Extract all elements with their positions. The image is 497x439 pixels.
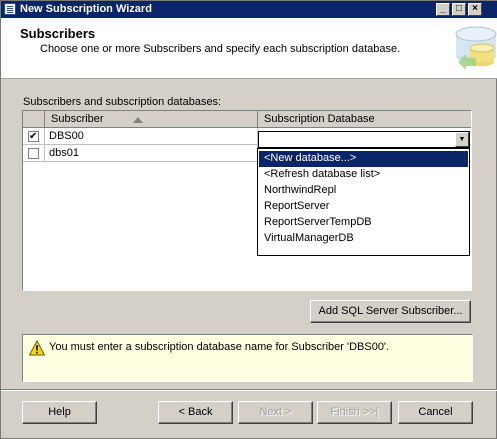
column-header-subscriber-label: Subscriber	[51, 113, 104, 125]
database-wizard-icon	[436, 18, 497, 78]
back-button[interactable]: < Back	[158, 401, 233, 424]
wizard-header: Subscribers Choose one or more Subscribe…	[1, 18, 497, 79]
finish-button[interactable]: Finish >>|	[317, 401, 392, 424]
subscriber-cell: DBS00	[45, 128, 258, 145]
option-northwindrepl[interactable]: NorthwindRepl	[259, 183, 468, 199]
close-button[interactable]: ×	[468, 3, 482, 16]
help-button[interactable]: Help	[22, 401, 97, 424]
checkbox-dbs00[interactable]	[28, 129, 39, 145]
validation-message-box: You must enter a subscription database n…	[22, 334, 473, 382]
checkbox-dbs01[interactable]	[28, 148, 39, 159]
column-header-database-label: Subscription Database	[264, 113, 375, 125]
title-bar[interactable]: New Subscription Wizard _ □ ×	[1, 1, 497, 18]
validation-message-text: You must enter a subscription database n…	[49, 341, 390, 353]
page-title: Subscribers	[20, 26, 96, 41]
subscription-database-combo[interactable]: ▼	[258, 131, 470, 148]
option-new-database[interactable]: <New database...>	[259, 151, 468, 167]
maximize-button[interactable]: □	[452, 3, 466, 16]
grid-label: Subscribers and subscription databases:	[23, 96, 222, 108]
column-header-subscriber[interactable]: Subscriber	[45, 111, 258, 128]
row-checkbox-cell[interactable]	[23, 128, 45, 145]
option-reportserver[interactable]: ReportServer	[259, 199, 468, 215]
subscriber-cell: dbs01	[45, 145, 258, 162]
dropdown-arrow-icon[interactable]: ▼	[455, 132, 469, 147]
next-button[interactable]: Next >	[238, 401, 313, 424]
sort-ascending-icon	[133, 117, 143, 123]
option-refresh-database-list[interactable]: <Refresh database list>	[259, 167, 468, 183]
warning-icon	[29, 340, 45, 356]
wizard-app-icon	[4, 3, 16, 15]
window-title: New Subscription Wizard	[20, 3, 152, 15]
column-header-database[interactable]: Subscription Database	[258, 111, 471, 128]
page-description: Choose one or more Subscribers and speci…	[40, 43, 401, 55]
add-sql-server-subscriber-button[interactable]: Add SQL Server Subscriber...	[310, 300, 471, 323]
minimize-button[interactable]: _	[436, 3, 450, 16]
footer-divider	[1, 389, 497, 391]
option-virtualmanagerdb[interactable]: VirtualManagerDB	[259, 231, 468, 247]
cancel-button[interactable]: Cancel	[398, 401, 473, 424]
row-checkbox-cell[interactable]	[23, 145, 45, 162]
option-reportservertempdb[interactable]: ReportServerTempDB	[259, 215, 468, 231]
database-dropdown-list[interactable]: <New database...> <Refresh database list…	[257, 148, 470, 256]
wizard-window: New Subscription Wizard _ □ × Subscriber…	[0, 0, 497, 439]
grid-header-check	[23, 111, 45, 128]
